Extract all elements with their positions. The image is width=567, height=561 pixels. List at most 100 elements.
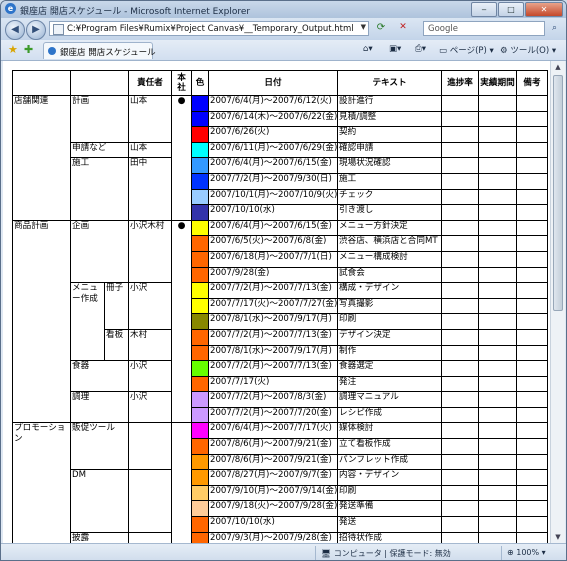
color-swatch <box>191 360 209 377</box>
zoom-control[interactable]: ⊕ 100% ▾ <box>507 548 546 557</box>
text-cell: 現場状況確認 <box>337 157 442 174</box>
actual-period-cell <box>478 141 517 159</box>
notes-cell <box>516 282 548 299</box>
notes-cell <box>516 95 548 112</box>
actual-period-cell <box>478 500 517 518</box>
table-row: 調理 小沢 2007/7/2(月)〜2007/8/3(金) 調理マニュアル <box>13 391 548 424</box>
progress-cell <box>441 344 479 362</box>
security-zone[interactable]: 🖥 コンピュータ | 保護モード: 無効 <box>321 548 451 559</box>
actual-period-cell <box>478 328 517 346</box>
color-swatch <box>191 500 209 518</box>
actual-period-cell <box>478 422 517 440</box>
date-cell: 2007/10/10(水) <box>208 516 338 533</box>
tools-menu[interactable]: ⚙ ツール(O) ▾ <box>500 44 556 56</box>
date-cell: 2007/8/6(月)〜2007/9/21(金) <box>208 438 338 455</box>
hq-mark <box>171 422 192 543</box>
close-button[interactable]: ✕ <box>525 2 563 17</box>
forward-button[interactable]: ▶ <box>26 20 46 40</box>
table-row: 食器 小沢 2007/7/2(月)〜2007/7/13(金) 食器選定 <box>13 360 548 393</box>
progress-cell <box>441 235 479 252</box>
table-row: 商品計画 企画 小沢木村 ● 2007/6/4(月)〜2007/6/15(金) メニュー方… <box>12 219 548 424</box>
category-cell: プロモーション <box>12 422 71 543</box>
minimize-button[interactable]: ‒ <box>471 2 497 17</box>
zoom-chevron-icon: ▾ <box>541 548 546 557</box>
scroll-thumb[interactable] <box>553 75 563 311</box>
actual-period-cell <box>478 188 517 206</box>
back-button[interactable]: ◀ <box>5 20 25 40</box>
address-bar: ◀ ▶ C:¥Program Files¥Rumix¥Project Canva… <box>1 18 566 40</box>
actual-period-cell <box>478 438 517 455</box>
task-cell: 企画 <box>70 219 129 284</box>
text-cell: 発送 <box>337 516 442 533</box>
date-cell: 2007/7/2(月)〜2007/7/13(金) <box>208 360 338 377</box>
maximize-button[interactable]: □ <box>498 2 524 17</box>
search-icon[interactable]: ⌕ <box>547 21 562 36</box>
color-swatch <box>191 95 209 112</box>
refresh-icon[interactable]: ⟳ <box>374 21 388 35</box>
color-swatch <box>191 375 209 393</box>
notes-cell <box>516 453 548 471</box>
schedule-table: 責任者 本社 色 日付 テキスト 進捗率 実績期間 備考 店舗関連 計画 山本 ● 20… <box>12 70 548 543</box>
actual-period-cell <box>478 484 517 502</box>
task-cell: DM <box>70 469 129 533</box>
progress-cell <box>441 531 479 543</box>
favorites-star-icon[interactable]: ★ <box>8 43 18 56</box>
vertical-scrollbar[interactable]: ▲ ▼ <box>550 61 565 543</box>
color-swatch <box>191 219 209 237</box>
color-swatch <box>191 531 209 543</box>
progress-cell <box>441 500 479 518</box>
header-notes: 備考 <box>516 70 548 96</box>
feed-icon[interactable]: ▣▾ <box>389 44 401 54</box>
date-cell: 2007/7/17(火)〜2007/7/27(金) <box>208 297 338 315</box>
progress-cell <box>441 406 479 424</box>
owner-cell <box>128 531 172 543</box>
scroll-up-icon[interactable]: ▲ <box>552 61 564 73</box>
actual-period-cell <box>478 375 517 393</box>
owner-cell: 小沢 <box>128 391 172 424</box>
date-cell: 2007/10/1(月)〜2007/10/9(火) <box>208 188 338 206</box>
tools-gear-icon: ⚙ <box>500 46 508 56</box>
progress-cell <box>441 375 479 393</box>
table-row: プロモーション 販促ツール 2007/6/4(月)〜2007/7/17(火) 媒体検討 <box>12 422 548 543</box>
progress-cell <box>441 141 479 159</box>
progress-cell <box>441 313 479 330</box>
header-actual-period: 実績期間 <box>478 70 517 96</box>
search-input[interactable]: Google <box>423 21 545 36</box>
color-swatch <box>191 453 209 471</box>
stop-icon[interactable]: ✕ <box>397 21 409 33</box>
notes-cell <box>516 360 548 377</box>
progress-cell <box>441 219 479 237</box>
progress-cell <box>441 250 479 268</box>
progress-cell <box>441 453 479 471</box>
add-favorites-icon[interactable]: ✚ <box>24 43 33 56</box>
text-cell: 招待状作成 <box>337 531 442 543</box>
page-menu-chevron-icon: ▾ <box>489 46 494 56</box>
page-menu[interactable]: ▭ ページ(P) ▾ <box>439 44 494 56</box>
url-field[interactable]: C:¥Program Files¥Rumix¥Project Canvas¥__… <box>49 21 369 36</box>
color-swatch <box>191 297 209 315</box>
print-icon[interactable]: ⎙▾ <box>415 44 426 54</box>
notes-cell <box>516 375 548 393</box>
owner-cell: 小沢 <box>128 360 172 393</box>
actual-period-cell <box>478 172 517 190</box>
text-cell: 発注 <box>337 375 442 393</box>
task-cell: 販促ツール <box>70 422 129 471</box>
notes-cell <box>516 469 548 486</box>
header-owner: 責任者 <box>128 70 172 96</box>
notes-cell <box>516 297 548 315</box>
tab-schedule[interactable]: 銀座店 開店スケジュール <box>43 42 156 59</box>
notes-cell <box>516 391 548 408</box>
chevron-down-icon[interactable]: ▼ <box>361 23 366 31</box>
notes-cell <box>516 110 548 128</box>
task-cell: メニュー作成 <box>70 282 105 362</box>
color-swatch <box>191 172 209 190</box>
notes-cell <box>516 438 548 455</box>
color-swatch <box>191 157 209 174</box>
date-cell: 2007/6/26(火) <box>208 126 338 143</box>
home-icon[interactable]: ⌂▾ <box>363 44 373 54</box>
header-color: 色 <box>191 70 209 96</box>
task-cell: 計画 <box>70 95 129 143</box>
progress-cell <box>441 204 479 221</box>
scroll-down-icon[interactable]: ▼ <box>552 531 564 543</box>
text-cell: 内容・デザイン <box>337 469 442 486</box>
